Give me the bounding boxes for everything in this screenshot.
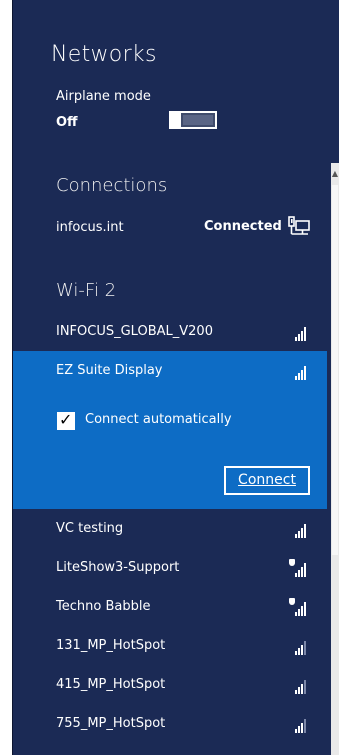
network-name: INFOCUS_GLOBAL_V200	[56, 324, 213, 339]
signal-bar	[301, 723, 303, 733]
checkmark-icon: ✓	[59, 410, 73, 429]
signal-bar	[295, 573, 297, 577]
ethernet-icon	[288, 216, 310, 235]
signal-bar	[298, 609, 300, 616]
wifi-network-item[interactable]: 755_MP_HotSpot	[13, 705, 327, 744]
network-name: VC testing	[56, 521, 124, 536]
signal-bar	[295, 690, 297, 694]
signal-bar	[304, 327, 306, 341]
network-name: Techno Babble	[56, 599, 151, 614]
wifi-network-item[interactable]: 415_MP_HotSpot	[13, 666, 327, 705]
signal-bar	[304, 366, 306, 380]
signal-bar	[304, 680, 306, 694]
signal-bar	[295, 729, 297, 733]
wifi-signal-icon	[289, 362, 309, 380]
connection-status: Connected	[204, 219, 282, 234]
wifi-signal-icon	[289, 520, 309, 538]
airplane-mode-toggle[interactable]	[169, 111, 217, 129]
network-name: EZ Suite Display	[56, 363, 163, 378]
toggle-track-fill	[183, 115, 213, 125]
signal-bar	[295, 612, 297, 616]
wifi-network-item[interactable]: VC testing	[13, 510, 327, 549]
signal-bar	[301, 684, 303, 694]
secured-wifi-signal-icon	[289, 598, 309, 616]
connection-name: infocus.int	[56, 220, 124, 235]
signal-bar	[298, 334, 300, 341]
scroll-up-arrow-icon[interactable]: ▲	[331, 164, 339, 184]
scrollbar-thumb[interactable]	[332, 185, 338, 555]
network-name: 755_MP_HotSpot	[56, 716, 166, 731]
network-name: LiteShow3-Support	[56, 560, 180, 575]
signal-bar	[301, 606, 303, 616]
signal-bar	[304, 524, 306, 538]
connect-button[interactable]: Connect	[224, 466, 310, 495]
page-title: Networks	[51, 42, 157, 67]
signal-bar	[295, 651, 297, 655]
wifi-network-item[interactable]: Techno Babble	[13, 588, 327, 627]
signal-bar	[304, 641, 306, 655]
signal-bar	[298, 687, 300, 694]
signal-bar	[301, 528, 303, 538]
networks-panel: Networks Airplane mode Off Connections i…	[12, 0, 339, 755]
signal-bar	[298, 531, 300, 538]
wifi-network-item[interactable]: LiteShow3-Support	[13, 549, 327, 588]
signal-bar	[298, 726, 300, 733]
wifi-network-item[interactable]: EZ Suite Display	[13, 352, 327, 391]
connection-row-infocus[interactable]: infocus.int Connected	[13, 208, 327, 247]
signal-bar	[304, 563, 306, 577]
airplane-mode-label: Airplane mode	[56, 89, 151, 104]
airplane-mode-state: Off	[56, 115, 78, 130]
signal-bar	[301, 567, 303, 577]
connect-automatically-checkbox[interactable]: ✓	[57, 410, 75, 430]
wifi-signal-icon	[289, 323, 309, 341]
secured-wifi-signal-icon	[289, 559, 309, 577]
signal-bar	[301, 645, 303, 655]
signal-bar	[295, 337, 297, 341]
wifi-heading: Wi-Fi 2	[56, 280, 117, 301]
wifi-network-item[interactable]: INFOCUS_GLOBAL_V200	[13, 313, 327, 352]
connect-automatically-label: Connect automatically	[85, 412, 232, 427]
signal-bar	[301, 370, 303, 380]
signal-bar	[304, 719, 306, 733]
wifi-signal-icon	[289, 676, 309, 694]
signal-bar	[301, 331, 303, 341]
signal-bar	[298, 570, 300, 577]
signal-bar	[298, 648, 300, 655]
toggle-knob	[171, 113, 181, 127]
signal-bar	[295, 376, 297, 380]
shield-icon	[289, 598, 295, 605]
connections-heading: Connections	[56, 175, 168, 196]
network-name: 415_MP_HotSpot	[56, 677, 166, 692]
wifi-network-item[interactable]: 131_MP_HotSpot	[13, 627, 327, 666]
shield-icon	[289, 559, 295, 566]
signal-bar	[298, 373, 300, 380]
wifi-signal-icon	[289, 637, 309, 655]
wifi-signal-icon	[289, 715, 309, 733]
signal-bar	[295, 534, 297, 538]
network-name: 131_MP_HotSpot	[56, 638, 166, 653]
signal-bar	[304, 602, 306, 616]
